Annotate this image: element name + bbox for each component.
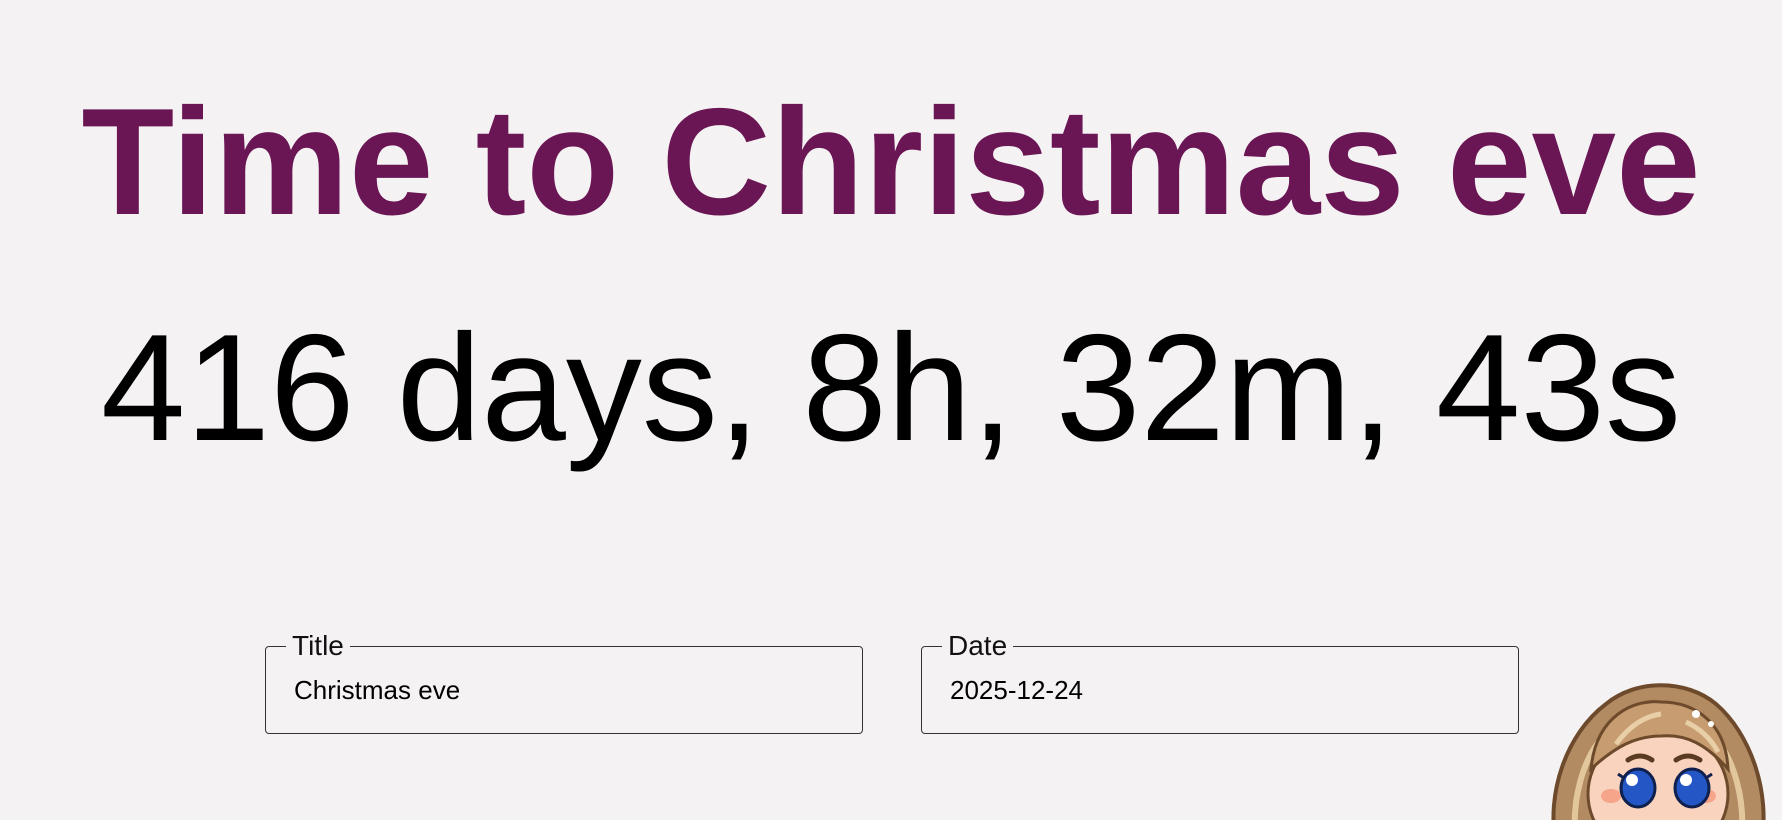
title-input[interactable] [294,670,834,710]
countdown-display: 416 days, 8h, 32m, 43s [100,303,1682,473]
page-title: Time to Christmas eve [81,77,1701,247]
mascot-avatar-icon [1551,683,1766,820]
title-label: Title [292,630,344,661]
date-label: Date [948,630,1008,661]
date-field: Date [921,630,1519,734]
countdown-page: Time to Christmas eve 416 days, 8h, 32m,… [0,0,1782,820]
title-field: Title [265,630,863,734]
date-input[interactable] [950,670,1490,710]
